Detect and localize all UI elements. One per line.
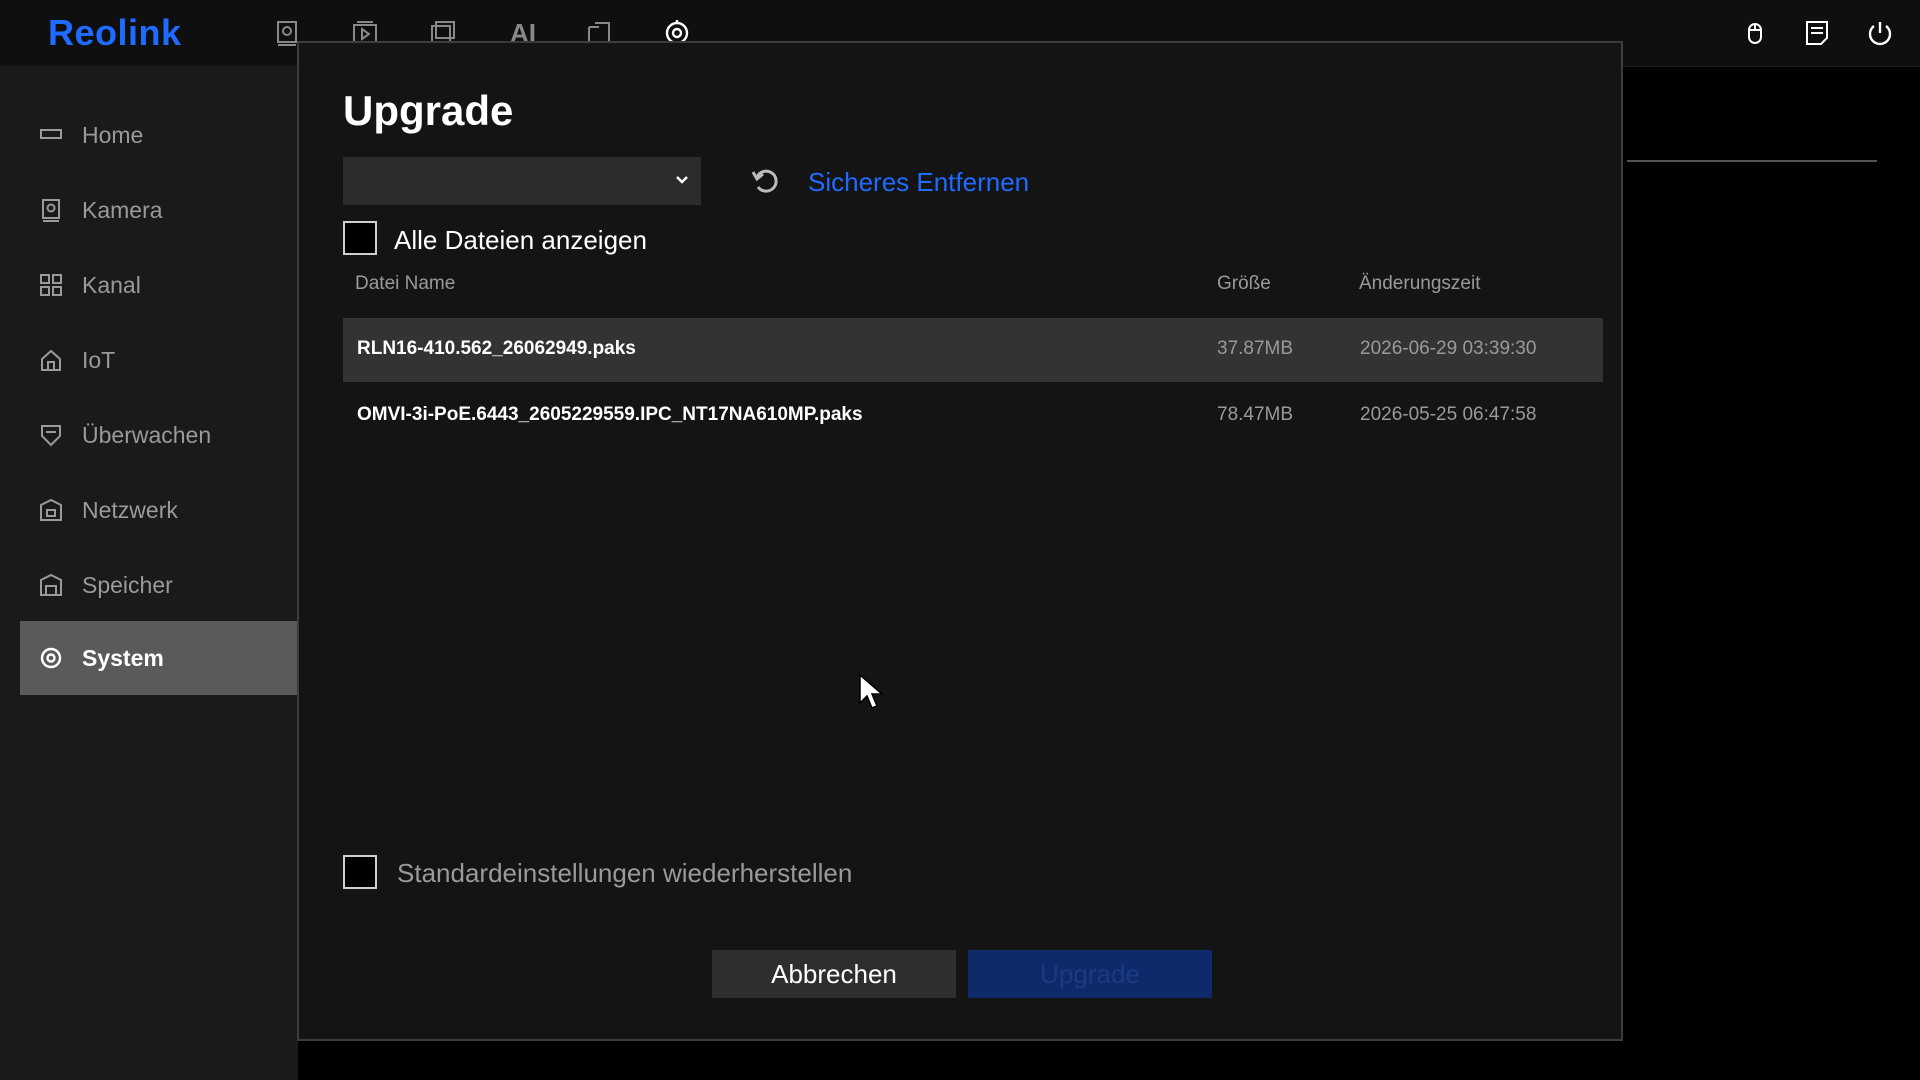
sidebar-item-label: Kamera: [82, 196, 163, 223]
show-all-files-checkbox[interactable]: [343, 221, 377, 255]
sidebar-item-system[interactable]: System: [20, 621, 298, 695]
gear-icon: [36, 643, 66, 673]
refresh-icon[interactable]: [749, 165, 781, 197]
sidebar-item-home[interactable]: Home: [20, 98, 298, 172]
sidebar-item-kanal[interactable]: Kanal: [20, 248, 298, 322]
upgrade-dialog: Upgrade Sicheres Entfernen Alle Dateien …: [297, 41, 1623, 1041]
column-header-name: Datei Name: [355, 273, 456, 294]
background-divider: [1627, 160, 1877, 162]
device-select[interactable]: [343, 157, 701, 205]
restore-defaults-checkbox[interactable]: [343, 855, 377, 889]
sidebar-item-label: Kanal: [82, 271, 141, 298]
column-header-time: Änderungszeit: [1359, 273, 1481, 294]
sidebar-item-label: Home: [82, 121, 144, 148]
table-row[interactable]: OMVI-3i-PoE.6443_2605229559.IPC_NT17NA61…: [343, 384, 1603, 448]
sidebar-item-ueberwachen[interactable]: Überwachen: [20, 398, 298, 472]
chevron-down-icon: [676, 176, 688, 184]
iot-icon: [36, 345, 66, 375]
file-time: 2026-05-25 06:47:58: [1360, 404, 1537, 425]
safe-remove-link[interactable]: Sicheres Entfernen: [808, 167, 1029, 198]
sidebar-item-label: Speicher: [82, 571, 173, 598]
sidebar-item-netzwerk[interactable]: Netzwerk: [20, 473, 298, 547]
file-time: 2026-06-29 03:39:30: [1360, 338, 1537, 359]
show-all-files-label: Alle Dateien anzeigen: [394, 225, 647, 255]
sidebar-item-iot[interactable]: IoT: [20, 323, 298, 397]
grid-icon: [36, 270, 66, 300]
network-icon: [36, 495, 66, 525]
shield-icon: [36, 420, 66, 450]
notes-icon[interactable]: [1800, 16, 1834, 50]
file-size: 37.87MB: [1217, 338, 1294, 359]
home-icon: [36, 120, 66, 150]
sidebar-item-speicher[interactable]: Speicher: [20, 548, 298, 622]
file-size: 78.47MB: [1217, 404, 1294, 425]
column-header-size: Größe: [1217, 273, 1271, 294]
sidebar-item-label: System: [82, 644, 164, 671]
sidebar-item-kamera[interactable]: Kamera: [20, 173, 298, 247]
restore-defaults-label: Standardeinstellungen wiederherstellen: [397, 858, 853, 888]
table-row[interactable]: RLN16-410.562_26062949.paks 37.87MB 2026…: [343, 318, 1603, 382]
cancel-button[interactable]: Abbrechen: [712, 950, 956, 998]
file-name: RLN16-410.562_26062949.paks: [357, 338, 636, 359]
camera-icon: [36, 195, 66, 225]
mouse-cursor-icon: [859, 673, 884, 709]
upgrade-button[interactable]: Upgrade: [968, 950, 1212, 998]
power-icon[interactable]: [1863, 16, 1897, 50]
sidebar-item-label: Netzwerk: [82, 496, 178, 523]
sidebar-item-label: IoT: [82, 346, 116, 373]
sidebar: Home Kamera Kanal IoT Überwachen Netzwer…: [0, 66, 298, 1080]
dialog-title: Upgrade: [343, 87, 514, 134]
storage-icon: [36, 570, 66, 600]
mouse-icon[interactable]: [1738, 16, 1772, 50]
sidebar-item-label: Überwachen: [82, 421, 212, 448]
reolink-logo: Reolink: [48, 12, 182, 53]
file-name: OMVI-3i-PoE.6443_2605229559.IPC_NT17NA61…: [357, 404, 863, 425]
